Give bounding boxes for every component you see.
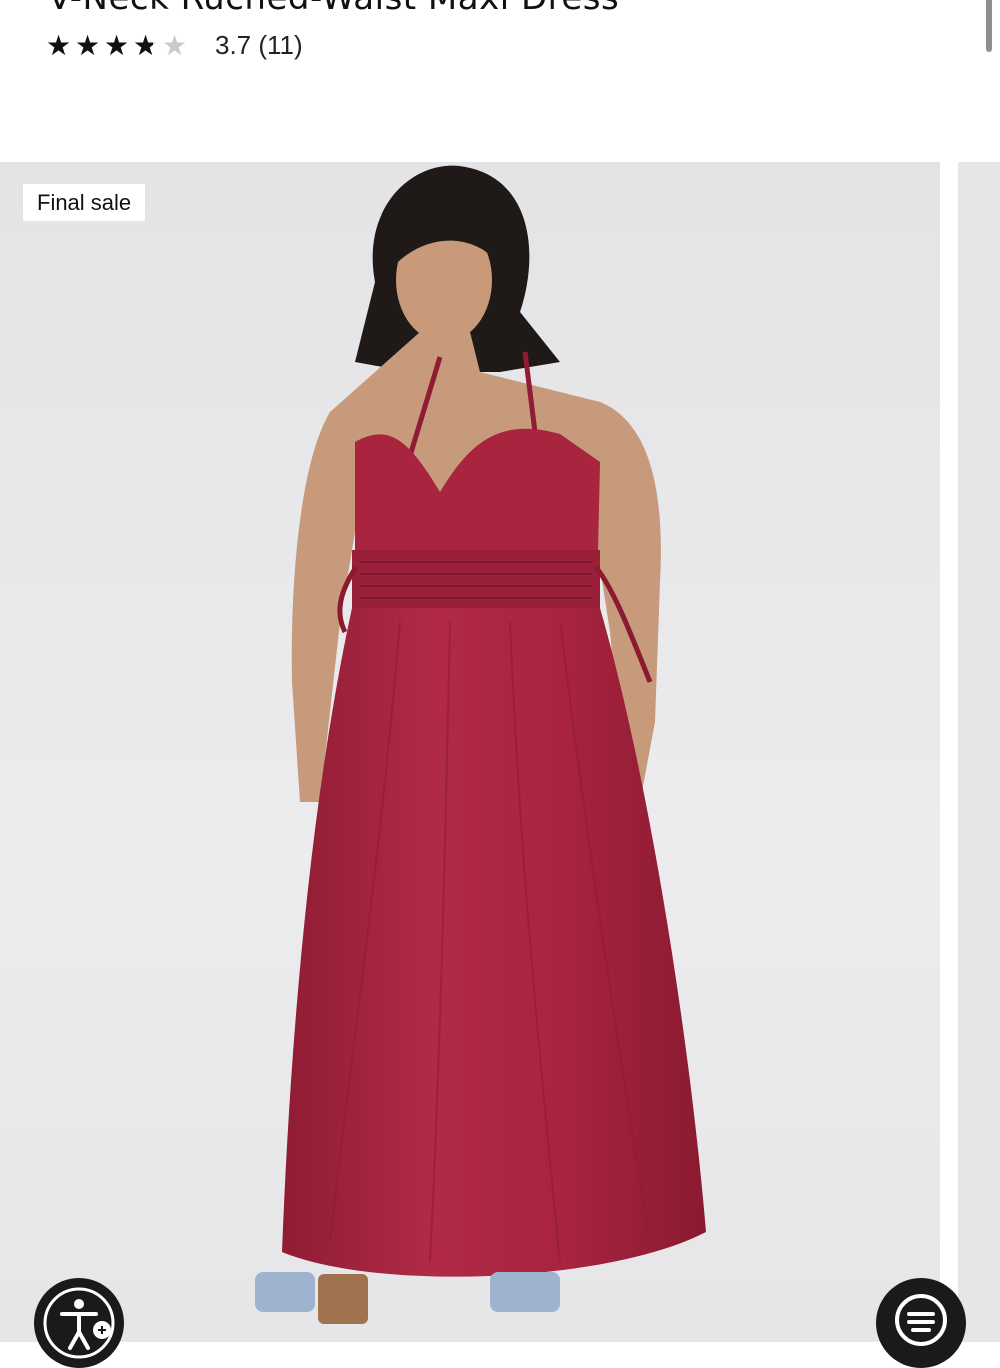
star-fill: ★	[75, 31, 101, 60]
page-scrollbar[interactable]	[986, 0, 992, 52]
model-photo-illustration	[255, 165, 706, 1324]
star-fill: ★	[104, 31, 130, 60]
final-sale-badge: Final sale	[23, 184, 146, 221]
star-icon: ★★	[46, 31, 75, 60]
accessibility-button[interactable]	[34, 1278, 124, 1368]
chat-menu-icon	[895, 1294, 947, 1346]
star-icon: ★★	[75, 31, 104, 60]
product-image[interactable]	[0, 162, 940, 1342]
star-icon: ★★	[133, 29, 159, 61]
chat-menu-button[interactable]	[876, 1278, 966, 1368]
star-fill: ★	[46, 31, 72, 60]
product-rating[interactable]: ★★★★★★★★★★ 3.7 (11)	[46, 30, 303, 61]
product-title: V-Neck Ruched-Waist Maxi Dress	[48, 0, 619, 18]
rating-stars: ★★★★★★★★★★	[46, 29, 191, 61]
star-icon: ★★	[162, 29, 188, 61]
star-icon: ★★	[104, 31, 133, 60]
rating-text: 3.7 (11)	[215, 30, 303, 60]
star-fill: ★	[133, 31, 154, 60]
accessibility-icon	[43, 1287, 115, 1359]
next-product-image-peek[interactable]	[958, 162, 1000, 1342]
